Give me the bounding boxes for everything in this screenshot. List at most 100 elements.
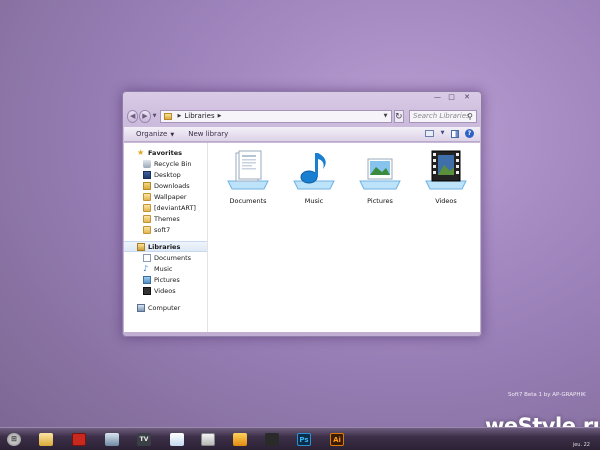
views-dropdown-icon[interactable]: ▼ [440, 129, 445, 138]
taskbar-app-feather[interactable] [167, 430, 187, 449]
sidebar-item-deviantart[interactable]: [deviantART] [124, 202, 207, 213]
folder-icon [143, 225, 151, 234]
sidebar-item-wallpaper[interactable]: Wallpaper [124, 191, 207, 202]
taskbar-app-photoshop[interactable]: Ps [294, 430, 314, 449]
camera-icon [201, 433, 215, 446]
videos-library-icon [422, 149, 470, 191]
folder-icon [39, 433, 53, 446]
navigation-pane[interactable]: ★ Favorites Recycle Bin Desktop Download… [124, 143, 208, 332]
sidebar-item-label: Themes [154, 214, 180, 223]
sidebar-item-label: Pictures [154, 275, 180, 284]
command-bar: Organize ▼ New library ▼ ? [124, 127, 480, 142]
taskbar-app-red[interactable] [69, 430, 89, 449]
search-icon[interactable]: ⚲ [467, 112, 473, 121]
pictures-library-icon [356, 149, 404, 191]
downloads-folder-icon [143, 181, 151, 190]
file-list[interactable]: Documents Music Pictures Videos [208, 143, 480, 332]
maximize-button[interactable]: □ [445, 93, 458, 103]
sidebar-item-label: Favorites [148, 148, 182, 157]
computer-icon [137, 303, 145, 312]
documents-library-icon [224, 149, 272, 191]
sidebar-item-pictures[interactable]: Pictures [124, 274, 207, 285]
theme-credit: Soft7 Beta 1 by AP-GRAPHIK [508, 392, 586, 398]
organize-button[interactable]: Organize ▼ [136, 130, 174, 138]
library-music[interactable]: Music [284, 149, 344, 205]
sidebar-item-desktop[interactable]: Desktop [124, 169, 207, 180]
content-area: ★ Favorites Recycle Bin Desktop Download… [124, 143, 480, 332]
start-button[interactable]: ⊞ [4, 430, 24, 449]
disk-icon [105, 433, 119, 446]
tv-icon: TV [137, 433, 151, 446]
taskbar-app-illustrator[interactable]: Ai [327, 430, 347, 449]
preview-pane-icon[interactable] [451, 129, 459, 138]
new-library-button[interactable]: New library [188, 130, 228, 138]
taskbar-app-play[interactable] [230, 430, 250, 449]
wolf-icon [265, 433, 279, 446]
sidebar-item-favorites[interactable]: ★ Favorites [124, 147, 207, 158]
documents-icon [143, 253, 151, 262]
breadcrumb-libraries[interactable]: Libraries [184, 112, 214, 120]
recent-pages-dropdown[interactable]: ▼ [153, 113, 157, 119]
start-orb-icon: ⊞ [7, 433, 21, 446]
caption-buttons: — □ ✕ [431, 93, 475, 103]
sidebar-item-label: soft7 [154, 225, 171, 234]
close-button[interactable]: ✕ [459, 93, 475, 103]
feather-icon [170, 433, 184, 446]
sidebar-item-label: Libraries [148, 242, 181, 251]
taskbar-app-tv[interactable]: TV [134, 430, 154, 449]
videos-film-icon [143, 286, 151, 295]
folder-icon [143, 214, 151, 223]
help-icon[interactable]: ? [465, 129, 474, 138]
sidebar-item-recycle-bin[interactable]: Recycle Bin [124, 158, 207, 169]
sidebar-item-videos[interactable]: Videos [124, 285, 207, 296]
organize-label: Organize [136, 130, 168, 138]
refresh-button[interactable]: ↻ [393, 109, 404, 123]
sidebar-item-label: [deviantART] [154, 203, 196, 212]
library-label: Pictures [367, 197, 393, 205]
breadcrumb-separator-icon[interactable]: ▶ [178, 113, 182, 119]
folder-icon [143, 192, 151, 201]
photoshop-icon: Ps [297, 433, 311, 446]
address-dropdown-icon[interactable]: ▼ [384, 113, 388, 119]
search-box[interactable]: ⚲ [409, 109, 477, 123]
sidebar-item-themes[interactable]: Themes [124, 213, 207, 224]
library-label: Videos [435, 197, 457, 205]
library-documents[interactable]: Documents [218, 149, 278, 205]
sidebar-item-label: Documents [154, 253, 192, 262]
sidebar-item-libraries[interactable]: Libraries [124, 241, 207, 252]
sidebar-item-label: Music [154, 264, 173, 273]
taskbar-clock[interactable]: jeu. 22 [573, 442, 590, 448]
sidebar-item-documents[interactable]: Documents [124, 252, 207, 263]
search-input[interactable] [413, 112, 473, 120]
sidebar-item-label: Videos [154, 286, 176, 295]
music-note-icon: ♪ [143, 263, 149, 273]
taskbar-app-camera[interactable] [198, 430, 218, 449]
illustrator-icon: Ai [330, 433, 344, 446]
sidebar-item-label: Computer [148, 303, 181, 312]
library-pictures[interactable]: Pictures [350, 149, 410, 205]
minimize-button[interactable]: — [431, 93, 444, 103]
sidebar-item-label: Recycle Bin [154, 159, 192, 168]
sidebar-item-label: Wallpaper [154, 192, 187, 201]
change-view-icon[interactable] [425, 130, 434, 137]
sidebar-item-soft7[interactable]: soft7 [124, 224, 207, 235]
sidebar-item-label: Downloads [154, 181, 190, 190]
address-bar[interactable]: ▶ Libraries ▶ ▼ [159, 109, 392, 123]
library-videos[interactable]: Videos [416, 149, 476, 205]
back-button[interactable]: ◀ [127, 109, 139, 123]
sidebar-item-music[interactable]: ♪ Music [124, 263, 207, 274]
address-row: ◀ ▶ ▼ ▶ Libraries ▶ ▼ ↻ ⚲ [127, 108, 477, 124]
sidebar-item-downloads[interactable]: Downloads [124, 180, 207, 191]
taskbar-explorer[interactable] [36, 430, 56, 449]
taskbar-app-wolf[interactable] [262, 430, 282, 449]
breadcrumb-chevron-icon[interactable]: ▶ [218, 113, 222, 119]
recycle-bin-icon [143, 159, 151, 168]
explorer-window: — □ ✕ ◀ ▶ ▼ ▶ Libraries ▶ ▼ ↻ ⚲ Organize… [122, 91, 482, 337]
play-icon [233, 433, 247, 446]
taskbar-app-disk[interactable] [102, 430, 122, 449]
library-label: Music [304, 197, 324, 205]
media-player-icon [72, 433, 86, 446]
libraries-icon [163, 112, 172, 120]
sidebar-item-computer[interactable]: Computer [124, 302, 207, 313]
forward-button[interactable]: ▶ [139, 109, 151, 123]
